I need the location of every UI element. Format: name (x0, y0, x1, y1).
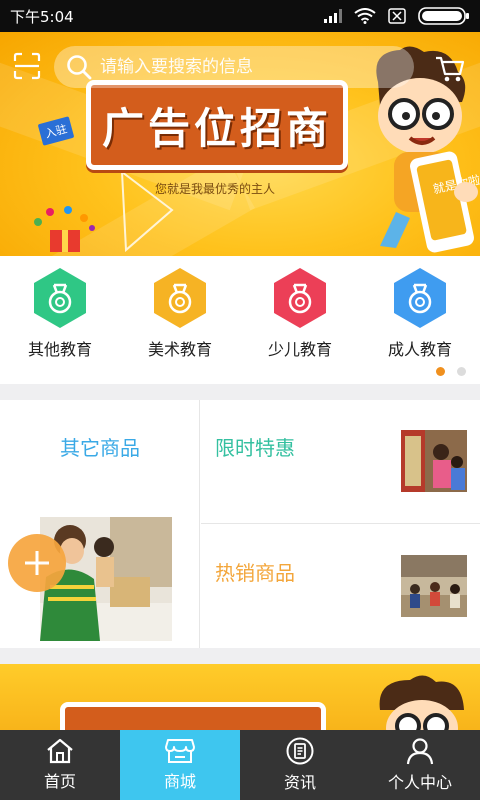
secondary-promo-banner[interactable] (0, 664, 480, 730)
home-icon (47, 738, 73, 764)
category-label: 成人教育 (387, 340, 452, 359)
pagination-dot-active[interactable] (436, 367, 445, 376)
scan-icon (13, 52, 41, 80)
search-icon (67, 55, 92, 80)
tab-label: 资讯 (283, 773, 316, 792)
wifi-icon (354, 8, 376, 24)
shop-icon (165, 739, 195, 763)
medal-icon (274, 268, 326, 328)
hot-products-card[interactable]: 热销商品 (201, 525, 480, 648)
tab-news[interactable]: 资讯 (240, 730, 360, 800)
scan-button[interactable] (0, 38, 54, 94)
category-item-art-education[interactable]: 美术教育 (120, 256, 240, 384)
status-icons (324, 7, 470, 25)
category-item-other-education[interactable]: 其他教育 (0, 256, 120, 384)
bottom-tab-bar: 首页 商城 资讯 个人中心 (0, 730, 480, 800)
battery-icon (418, 7, 469, 25)
tab-label: 个人中心 (387, 773, 452, 792)
hot-products-image (401, 555, 467, 617)
category-carousel[interactable]: 其他教育 美术教育 少儿教育 成人教育 (0, 256, 480, 384)
tab-home[interactable]: 首页 (0, 730, 120, 800)
tab-label: 商城 (163, 772, 196, 791)
pagination-dot[interactable] (457, 367, 466, 376)
medal-icon (34, 268, 86, 328)
banner-headline-board (60, 702, 326, 730)
gift-box-decoration (34, 206, 95, 252)
limited-offer-title: 限时特惠 (215, 436, 295, 460)
cart-button[interactable] (430, 52, 470, 86)
category-item-adult-education[interactable]: 成人教育 (360, 256, 480, 384)
user-icon (406, 738, 434, 765)
search-row (0, 38, 480, 94)
other-products-card[interactable]: 其它商品 (0, 400, 200, 648)
category-label: 少儿教育 (267, 340, 332, 359)
signal-icon (324, 9, 342, 23)
plus-icon (25, 551, 49, 575)
banner-subline: 您就是我最优秀的主人 (155, 182, 276, 196)
product-section: 其它商品 限时特惠 热销商品 (0, 400, 480, 648)
category-label: 其他教育 (27, 340, 92, 359)
tab-profile[interactable]: 个人中心 (360, 730, 480, 800)
other-products-title: 其它商品 (60, 436, 140, 460)
status-time: 下午5:04 (10, 7, 74, 26)
medal-icon (154, 268, 206, 328)
category-label: 美术教育 (147, 340, 212, 359)
limited-offer-image (401, 430, 467, 492)
medal-icon (394, 268, 446, 328)
limited-offer-card[interactable]: 限时特惠 (201, 400, 480, 524)
banner-headline: 广告位招商 (101, 103, 332, 153)
status-bar: 下午5:04 (0, 0, 480, 32)
carousel-pagination (436, 367, 466, 376)
search-bar[interactable] (54, 46, 414, 88)
category-item-children-education[interactable]: 少儿教育 (240, 256, 360, 384)
app-screen: 下午5:04 入驻 广告位招商 您就是我最优秀的主人 就是你啦 请输入要搜索的信… (0, 0, 480, 800)
news-icon (286, 737, 314, 765)
search-input[interactable] (100, 57, 390, 77)
cartoon-character-illustration (379, 675, 464, 730)
hot-products-title: 热销商品 (215, 561, 295, 585)
tab-mall[interactable]: 商城 (120, 730, 240, 800)
shopping-cart-icon (436, 56, 465, 82)
no-sim-icon (388, 8, 406, 24)
promo-banner[interactable]: 入驻 广告位招商 您就是我最优秀的主人 就是你啦 (0, 32, 480, 256)
add-floating-button[interactable] (8, 534, 66, 592)
tab-label: 首页 (43, 772, 76, 791)
